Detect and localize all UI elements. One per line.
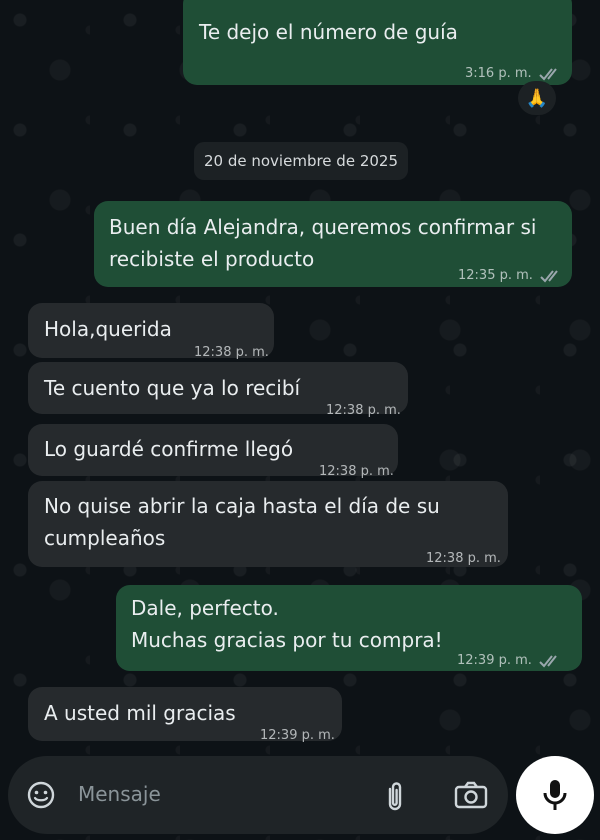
message-timestamp: 12:35 p. m.: [458, 260, 565, 291]
message-timestamp: 12:39 p. m.: [457, 645, 564, 676]
message-bubble-outgoing[interactable]: Buen día Alejandra, queremos confirmar s…: [94, 201, 572, 287]
message-text-line: Dale, perfecto.: [131, 596, 279, 620]
reaction-badge[interactable]: 🙏: [518, 81, 556, 115]
mic-icon: [543, 780, 567, 810]
message-bubble-incoming[interactable]: Hola,querida 12:38 p. m.: [28, 303, 274, 360]
message-text: Hola,querida: [44, 317, 172, 341]
mic-button[interactable]: [516, 756, 594, 834]
read-ticks-icon: [538, 67, 557, 80]
message-bubble-incoming[interactable]: A usted mil gracias 12:39 p. m.: [28, 687, 342, 743]
message-text-line: No quise abrir la caja hasta el día de s…: [44, 494, 440, 518]
message-timestamp: 12:38 p. m.: [426, 551, 501, 566]
camera-icon[interactable]: [454, 780, 488, 810]
message-text-line: recibiste el producto: [109, 247, 315, 271]
message-text: A usted mil gracias: [44, 701, 236, 725]
message-bubble-outgoing[interactable]: Dale, perfecto. Muchas gracias por tu co…: [116, 585, 582, 671]
message-text: Te cuento que ya lo recibí: [44, 376, 301, 400]
message-text-line: Muchas gracias por tu compra!: [131, 628, 443, 652]
read-ticks-icon: [539, 654, 557, 667]
message-input-placeholder[interactable]: Mensaje: [78, 782, 161, 806]
attach-icon[interactable]: [383, 780, 407, 812]
message-composer[interactable]: Mensaje: [8, 756, 508, 834]
read-ticks-icon: [540, 269, 558, 282]
message-timestamp: 12:39 p. m.: [260, 728, 335, 743]
message-timestamp: 12:38 p. m.: [326, 403, 401, 418]
message-bubble-incoming[interactable]: Lo guardé confirme llegó 12:38 p. m.: [28, 424, 398, 479]
message-text-line: cumpleaños: [44, 526, 166, 550]
message-bubble-outgoing[interactable]: Te dejo el número de guía 3:16 p. m.: [183, 0, 572, 85]
sticker-icon[interactable]: [26, 780, 56, 810]
message-text: Lo guardé confirme llegó: [44, 437, 294, 461]
message-bubble-incoming[interactable]: No quise abrir la caja hasta el día de s…: [28, 481, 508, 567]
message-bubble-incoming[interactable]: Te cuento que ya lo recibí 12:38 p. m.: [28, 362, 408, 418]
date-separator: 20 de noviembre de 2025: [194, 142, 408, 180]
message-text: Te dejo el número de guía: [199, 20, 458, 44]
message-text-line: Buen día Alejandra, queremos confirmar s…: [109, 215, 537, 239]
